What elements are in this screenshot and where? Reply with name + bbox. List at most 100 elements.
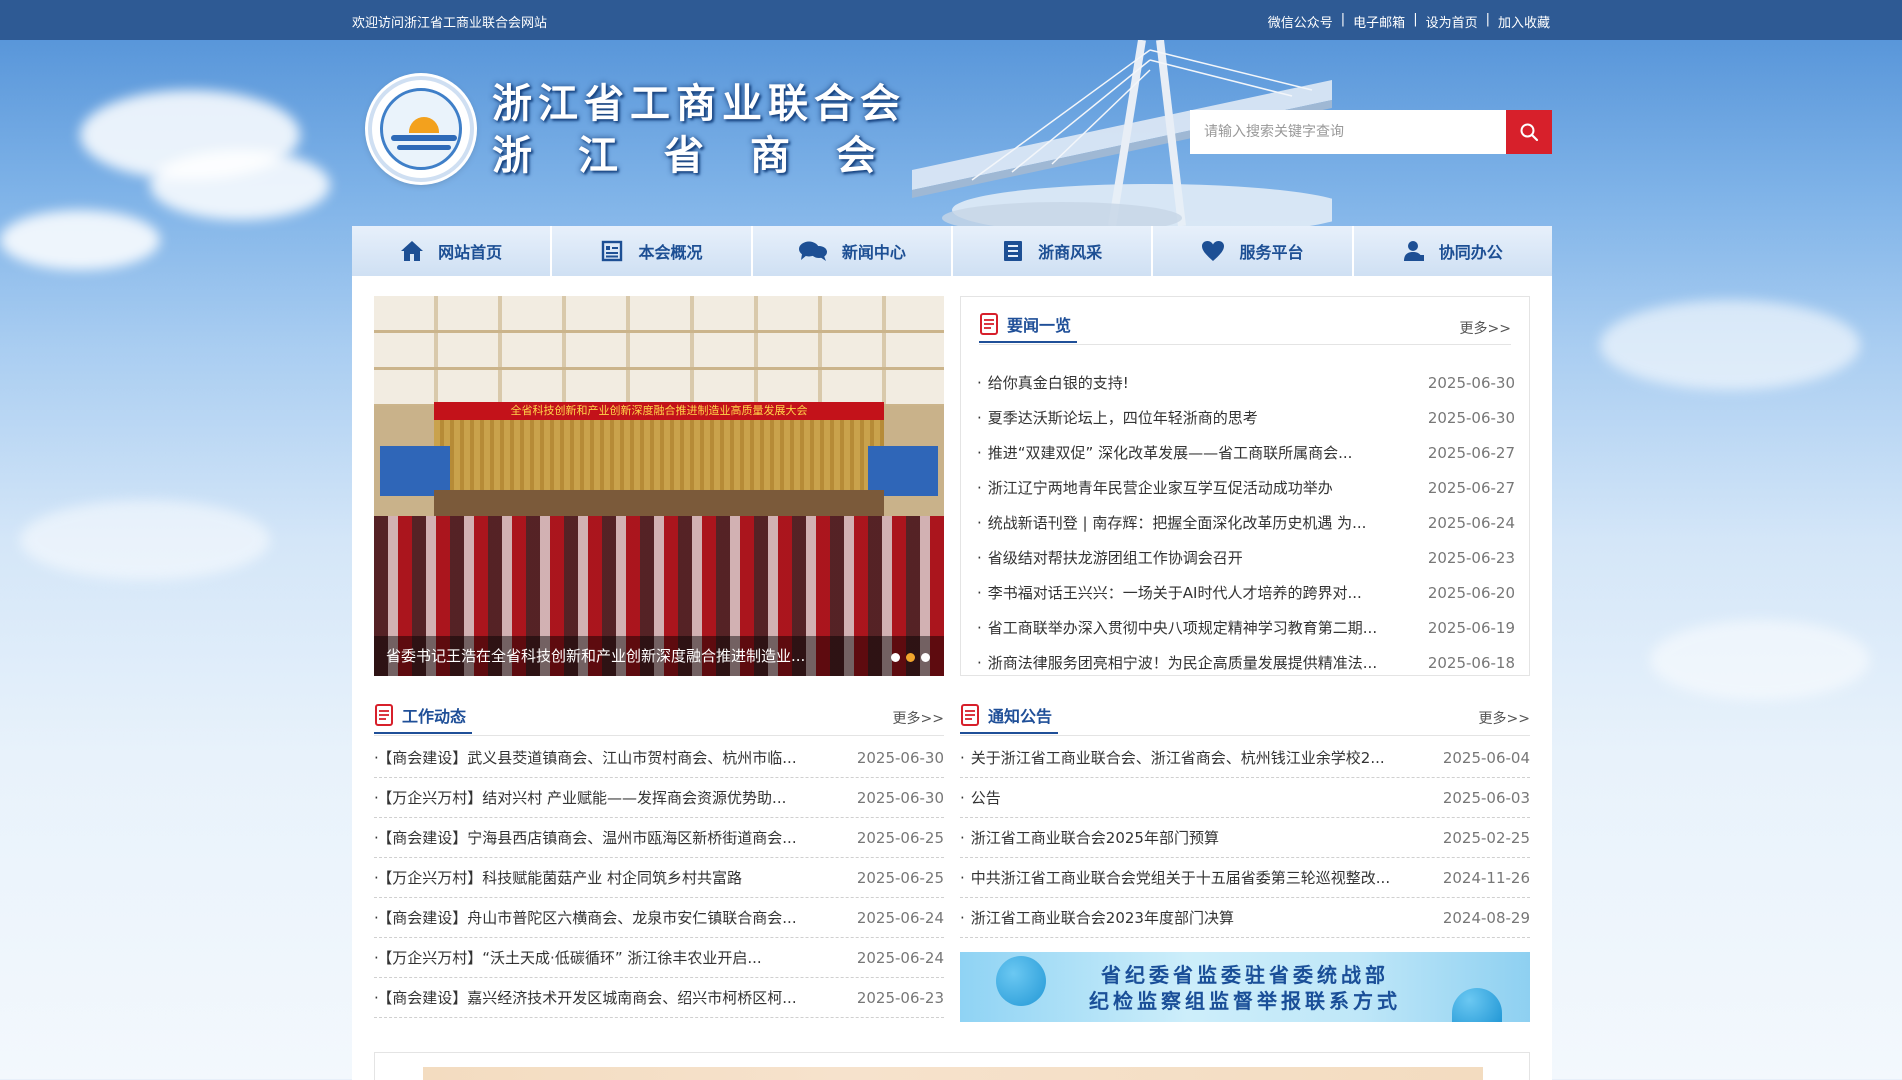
list-item[interactable]: 【商会建设】武义县茭道镇商会、江山市贺村商会、杭州市临... 2025-06-30 bbox=[374, 738, 944, 778]
item-title[interactable]: 省工商联举办深入贯彻中央八项规定精神学习教育第二期... bbox=[977, 617, 1377, 638]
list-item[interactable]: 【商会建设】舟山市普陀区六横商会、龙泉市安仁镇联合商会... 2025-06-24 bbox=[374, 898, 944, 938]
item-date: 2025-06-30 bbox=[1427, 408, 1515, 427]
item-date: 2025-06-30 bbox=[1427, 373, 1515, 392]
item-title[interactable]: 关于浙江省工商业联合会、浙江省商会、杭州钱江业余学校2... bbox=[960, 747, 1385, 768]
item-title[interactable]: 浙商法律服务团亮相宁波！为民企高质量发展提供精准法... bbox=[977, 652, 1377, 673]
list-item[interactable]: 浙江省工商业联合会2025年部门预算 2025-02-25 bbox=[960, 818, 1530, 858]
work-updates-panel: 工作动态 更多>> 【商会建设】武义县茭道镇商会、江山市贺村商会、杭州市临...… bbox=[374, 696, 944, 1018]
item-title[interactable]: 【商会建设】宁海县西店镇商会、温州市瓯海区新桥街道商会... bbox=[374, 827, 797, 848]
item-date: 2025-06-27 bbox=[1427, 478, 1515, 497]
item-title[interactable]: 推进“双建双促” 深化改革发展——省工商联所属商会... bbox=[977, 442, 1353, 463]
nav-item-overview[interactable]: 本会概况 bbox=[552, 226, 753, 276]
list-item[interactable]: 浙江省工商业联合会2023年度部门决算 2024-08-29 bbox=[960, 898, 1530, 938]
add-favorite-link[interactable]: 加入收藏 bbox=[1498, 12, 1550, 31]
report-contact-banner[interactable]: 省纪委省监委驻省委统战部 纪检监察组监督举报联系方式 bbox=[960, 952, 1530, 1022]
nav-item-label: 协同办公 bbox=[1438, 243, 1503, 262]
list-item[interactable]: 关于浙江省工商业联合会、浙江省商会、杭州钱江业余学校2... 2025-06-04 bbox=[960, 738, 1530, 778]
list-item[interactable]: 李书福对话王兴兴：一场关于AI时代人才培养的跨界对... 2025-06-20 bbox=[977, 575, 1515, 610]
slider-dot[interactable] bbox=[891, 653, 900, 662]
item-date: 2025-06-20 bbox=[1427, 583, 1515, 602]
panel-title: 工作动态 bbox=[374, 698, 473, 734]
slide-caption[interactable]: 省委书记王浩在全省科技创新和产业创新深度融合推进制造业... bbox=[374, 636, 944, 676]
item-title[interactable]: 公告 bbox=[960, 787, 1001, 808]
list-item[interactable]: 夏季达沃斯论坛上，四位年轻浙商的思考 2025-06-30 bbox=[977, 400, 1515, 435]
search-button[interactable] bbox=[1506, 110, 1552, 154]
list-item[interactable]: 浙江辽宁两地青年民营企业家互学互促活动成功举办 2025-06-27 bbox=[977, 470, 1515, 505]
bottom-banner-image[interactable] bbox=[423, 1067, 1483, 1080]
item-title[interactable]: 夏季达沃斯论坛上，四位年轻浙商的思考 bbox=[977, 407, 1258, 428]
item-date: 2025-06-18 bbox=[1427, 653, 1515, 672]
nav-item-service[interactable]: 服务平台 bbox=[1153, 226, 1354, 276]
site-logo[interactable] bbox=[368, 76, 474, 182]
search-input[interactable] bbox=[1190, 110, 1506, 154]
list-item[interactable]: 推进“双建双促” 深化改革发展——省工商联所属商会... 2025-06-27 bbox=[977, 435, 1515, 470]
item-title[interactable]: 省级结对帮扶龙游团组工作协调会召开 bbox=[977, 547, 1243, 568]
item-title[interactable]: 【商会建设】舟山市普陀区六横商会、龙泉市安仁镇联合商会... bbox=[374, 907, 797, 928]
list-item[interactable]: 【商会建设】宁海县西店镇商会、温州市瓯海区新桥街道商会... 2025-06-25 bbox=[374, 818, 944, 858]
main-content: 全省科技创新和产业创新深度融合推进制造业高质量发展大会 省委书记王浩在全省科技创… bbox=[352, 276, 1552, 1080]
more-link[interactable]: 更多>> bbox=[1479, 708, 1530, 728]
item-title[interactable]: 给你真金白银的支持! bbox=[977, 372, 1129, 393]
slide-photo-curtain bbox=[434, 420, 884, 490]
nav-item-merchants[interactable]: 浙商风采 bbox=[953, 226, 1154, 276]
list-item[interactable]: 中共浙江省工商业联合会党组关于十五届省委第三轮巡视整改... 2024-11-26 bbox=[960, 858, 1530, 898]
panel-header: 要闻一览 更多>> bbox=[979, 307, 1511, 345]
item-title[interactable]: 【商会建设】武义县茭道镇商会、江山市贺村商会、杭州市临... bbox=[374, 747, 797, 768]
item-title[interactable]: 【万企兴万村】结对兴村 产业赋能——发挥商会资源优势助... bbox=[374, 787, 787, 808]
cloud-decoration bbox=[150, 150, 330, 220]
banner-line1: 省纪委省监委驻省委统战部 bbox=[1101, 963, 1389, 987]
wechat-link[interactable]: 微信公众号 bbox=[1268, 12, 1333, 31]
image-slider[interactable]: 全省科技创新和产业创新深度融合推进制造业高质量发展大会 省委书记王浩在全省科技创… bbox=[374, 296, 944, 676]
wave-icon bbox=[397, 145, 451, 150]
item-date: 2025-06-24 bbox=[856, 908, 944, 927]
list-item[interactable]: 给你真金白银的支持! 2025-06-30 bbox=[977, 365, 1515, 400]
main-nav: 网站首页 本会概况 新闻中心 浙商风采 服务平台 协同办公 bbox=[352, 226, 1552, 276]
panel-title-text: 要闻一览 bbox=[1007, 316, 1072, 335]
list-item[interactable]: 统战新语刊登 | 南存辉：把握全面深化改革历史机遇 为... 2025-06-24 bbox=[977, 505, 1515, 540]
set-homepage-link[interactable]: 设为首页 bbox=[1426, 12, 1478, 31]
nav-item-news[interactable]: 新闻中心 bbox=[753, 226, 953, 276]
news-document-icon bbox=[980, 313, 998, 335]
item-date: 2024-08-29 bbox=[1442, 908, 1530, 927]
item-title[interactable]: 中共浙江省工商业联合会党组关于十五届省委第三轮巡视整改... bbox=[960, 867, 1390, 888]
more-link[interactable]: 更多>> bbox=[1460, 318, 1511, 338]
heart-icon bbox=[1202, 241, 1225, 261]
nav-item-home[interactable]: 网站首页 bbox=[352, 226, 553, 276]
item-title[interactable]: 【万企兴万村】“沃土天成·低碳循环” 浙江徐丰农业开启... bbox=[374, 947, 762, 968]
item-date: 2025-06-30 bbox=[856, 748, 944, 767]
home-icon bbox=[401, 241, 424, 261]
panel-title: 通知公告 bbox=[960, 698, 1059, 734]
item-title[interactable]: 李书福对话王兴兴：一场关于AI时代人才培养的跨界对... bbox=[977, 582, 1362, 603]
list-item[interactable]: 省工商联举办深入贯彻中央八项规定精神学习教育第二期... 2025-06-19 bbox=[977, 610, 1515, 645]
item-title[interactable]: 浙江省工商业联合会2025年部门预算 bbox=[960, 827, 1219, 848]
list-item[interactable]: 浙商法律服务团亮相宁波！为民企高质量发展提供精准法... 2025-06-18 bbox=[977, 645, 1515, 680]
item-date: 2024-11-26 bbox=[1442, 868, 1530, 887]
list-item[interactable]: 【万企兴万村】科技赋能菌菇产业 村企同筑乡村共富路 2025-06-25 bbox=[374, 858, 944, 898]
list-item[interactable]: 省级结对帮扶龙游团组工作协调会召开 2025-06-23 bbox=[977, 540, 1515, 575]
document-icon bbox=[1004, 241, 1023, 261]
site-title-line1: 浙江省工商业联合会 bbox=[492, 80, 906, 127]
item-title[interactable]: 统战新语刊登 | 南存辉：把握全面深化改革历史机遇 为... bbox=[977, 512, 1367, 533]
item-title[interactable]: 【商会建设】嘉兴经济技术开发区城南商会、绍兴市柯桥区柯... bbox=[374, 987, 797, 1008]
slide-banner-text: 全省科技创新和产业创新深度融合推进制造业高质量发展大会 bbox=[434, 402, 884, 420]
item-title[interactable]: 浙江省工商业联合会2023年度部门决算 bbox=[960, 907, 1234, 928]
logo-emblem bbox=[380, 88, 462, 170]
work-list: 【商会建设】武义县茭道镇商会、江山市贺村商会、杭州市临... 2025-06-30… bbox=[374, 738, 944, 1018]
list-item[interactable]: 【万企兴万村】结对兴村 产业赋能——发挥商会资源优势助... 2025-06-30 bbox=[374, 778, 944, 818]
nav-item-label: 本会概况 bbox=[638, 243, 703, 262]
slider-dot-active[interactable] bbox=[906, 653, 915, 662]
item-title[interactable]: 【万企兴万村】科技赋能菌菇产业 村企同筑乡村共富路 bbox=[374, 867, 742, 888]
item-date: 2025-06-30 bbox=[856, 788, 944, 807]
more-link[interactable]: 更多>> bbox=[893, 708, 944, 728]
separator: | bbox=[1485, 12, 1490, 27]
item-date: 2025-06-04 bbox=[1442, 748, 1530, 767]
list-item[interactable]: 【商会建设】嘉兴经济技术开发区城南商会、绍兴市柯桥区柯... 2025-06-23 bbox=[374, 978, 944, 1018]
email-link[interactable]: 电子邮箱 bbox=[1353, 12, 1405, 31]
panel-title-text: 工作动态 bbox=[402, 707, 467, 726]
nav-item-office[interactable]: 协同办公 bbox=[1354, 226, 1552, 276]
list-item[interactable]: 【万企兴万村】“沃土天成·低碳循环” 浙江徐丰农业开启... 2025-06-24 bbox=[374, 938, 944, 978]
item-title[interactable]: 浙江辽宁两地青年民营企业家互学互促活动成功举办 bbox=[977, 477, 1333, 498]
list-item[interactable]: 公告 2025-06-03 bbox=[960, 778, 1530, 818]
slider-dot[interactable] bbox=[921, 653, 930, 662]
cloud-decoration bbox=[1600, 300, 1860, 390]
